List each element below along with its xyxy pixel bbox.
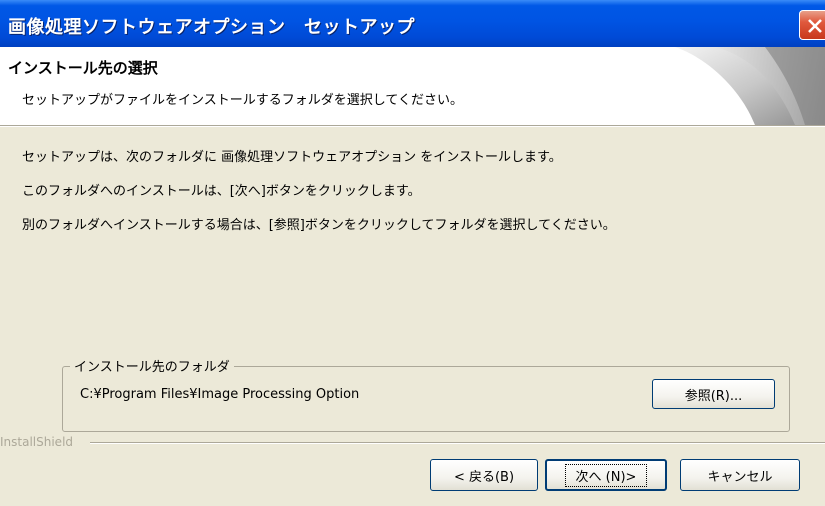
info-text-line-1: セットアップは、次のフォルダに 画像処理ソフトウェアオプション をインストールし… (22, 150, 562, 165)
page-subtitle: セットアップがファイルをインストールするフォルダを選択してください。 (22, 93, 463, 108)
close-icon (808, 19, 822, 33)
header-divider (0, 125, 825, 127)
installshield-brand: InstallShield (0, 435, 74, 449)
dialog-header: インストール先の選択 セットアップがファイルをインストールするフォルダを選択して… (0, 47, 825, 125)
next-button-label: 次へ (N)> (564, 463, 648, 487)
setup-graphic-icon (675, 47, 825, 125)
back-button[interactable]: < 戻る(B) (430, 459, 538, 491)
title-bar[interactable]: 画像処理ソフトウェアオプション セットアップ (0, 0, 825, 47)
browse-button[interactable]: 参照(R)... (652, 379, 775, 409)
destination-folder-path: C:¥Program Files¥Image Processing Option (80, 387, 360, 402)
info-text-line-2: このフォルダへのインストールは、[次へ]ボタンをクリックします。 (22, 184, 421, 199)
next-button[interactable]: 次へ (N)> (545, 459, 667, 491)
page-title: インストール先の選択 (8, 59, 158, 77)
window-title: 画像処理ソフトウェアオプション セットアップ (8, 17, 415, 38)
destination-folder-label: インストール先のフォルダ (70, 356, 234, 375)
cancel-button[interactable]: キャンセル (680, 459, 800, 491)
footer-divider (90, 442, 825, 444)
setup-dialog: 画像処理ソフトウェアオプション セットアップ インストール先の選択 セットアップ… (0, 0, 825, 506)
close-button[interactable] (799, 10, 825, 40)
info-text-line-3: 別のフォルダへインストールする場合は、[参照]ボタンをクリックしてフォルダを選択… (22, 218, 616, 233)
